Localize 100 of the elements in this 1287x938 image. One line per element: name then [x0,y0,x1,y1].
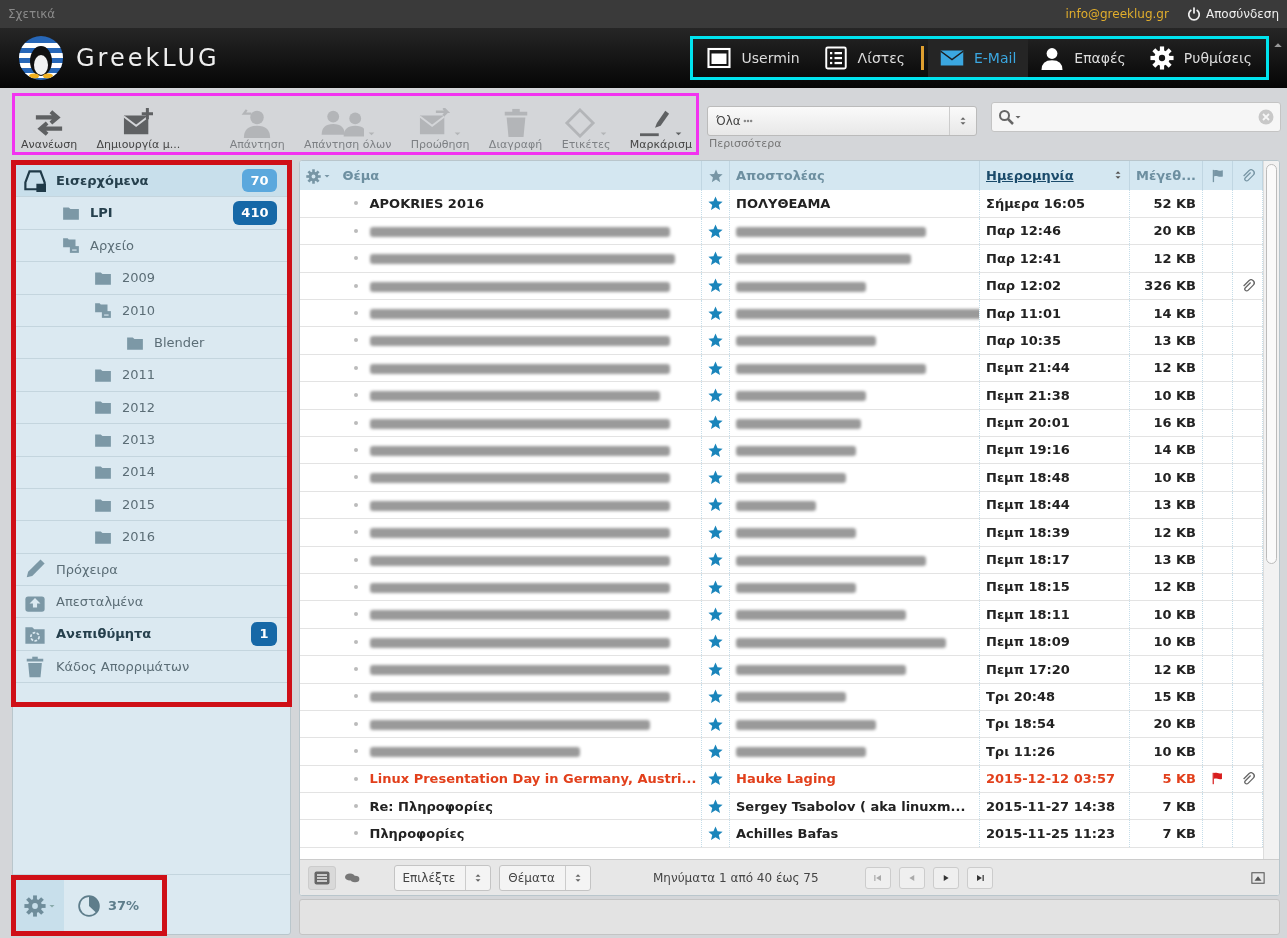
nav-tab[interactable]: Ρυθμίσεις [1137,39,1264,77]
star-icon[interactable] [708,195,723,211]
message-subject[interactable]: Re: Πληροφορίες [369,798,494,814]
folder-name: 2013 [122,431,156,450]
message-subject[interactable]: Linux Presentation Day in Germany, Austri... [369,771,697,787]
nav-tab[interactable]: E-Mail [927,39,1029,77]
message-size: 10 KB [1153,634,1196,650]
star-icon[interactable] [708,771,723,787]
nav-tab[interactable]: Επαφές [1028,39,1138,77]
quota-pie-icon [78,894,100,917]
trash-icon [24,655,46,678]
star-icon[interactable] [708,716,723,732]
message-size: 13 KB [1153,332,1196,348]
folder-item[interactable]: 2011 [16,359,287,392]
star-icon[interactable] [708,552,723,568]
message-date: Παρ 11:01 [986,305,1062,321]
star-icon[interactable] [708,689,723,705]
message-size: 16 KB [1153,415,1196,431]
star-icon[interactable] [708,744,723,759]
status-dot-icon [353,667,358,672]
star-icon[interactable] [708,826,723,842]
status-dot-icon [353,447,358,452]
folders-icon [94,301,112,320]
toolbar-button[interactable]: Μαρκάρισμ [629,102,692,151]
star-icon[interactable] [708,607,723,623]
select-dropdown[interactable]: Επιλέξτε [393,864,492,891]
folder-item[interactable]: 2013 [16,424,287,457]
folder-item[interactable]: Πρόχειρα [16,553,287,587]
folder-item[interactable]: 2015 [16,488,287,522]
folder-item[interactable]: LPI 410 [16,197,287,230]
nav-tab[interactable]: Usermin [695,39,812,77]
star-icon[interactable] [708,470,723,486]
folder-item[interactable]: 2016 [16,521,287,554]
last-page-button[interactable] [966,866,993,889]
star-icon[interactable] [708,360,723,376]
star-icon[interactable] [708,497,723,513]
message-date: Πεμπ 18:39 [986,524,1070,540]
message-size: 10 KB [1153,469,1196,485]
folder-name: 2016 [122,528,156,547]
message-date: Πεμπ 19:16 [986,442,1070,458]
message-size: 7 KB [1162,798,1196,814]
folder-item[interactable]: 2012 [16,391,287,425]
status-dot-icon [353,721,358,726]
star-icon[interactable] [708,579,723,595]
folder-item[interactable]: Απεσταλμένα [16,586,287,619]
folder-item[interactable]: 2010 [16,294,287,327]
message-date: Παρ 12:02 [986,278,1062,294]
star-icon[interactable] [708,333,723,349]
message-count: Μηνύματα 1 από 40 έως 75 [653,869,819,887]
status-dot-icon [353,311,358,315]
star-icon[interactable] [708,442,723,458]
folder-item[interactable]: Blender [16,326,287,360]
nav-tab[interactable]: Λίστες [811,39,917,77]
star-icon[interactable] [708,278,723,294]
star-icon[interactable] [708,250,723,266]
star-icon[interactable] [708,634,723,650]
settings-button[interactable] [16,880,64,931]
search-field[interactable] [991,102,1281,132]
scrollbar[interactable] [1263,161,1279,859]
toolbar-button[interactable]: Δημιουργία μ... [96,102,181,151]
star-icon[interactable] [708,415,723,431]
paperclip-icon [1240,168,1255,183]
message-date: Παρ 12:46 [986,223,1062,239]
message-date: Σήμερα 16:05 [986,195,1086,211]
folder-item[interactable]: Εισερχόμενα 70 [16,165,287,198]
column-header[interactable]: Αποστολέας [736,167,825,183]
next-page-button[interactable] [932,866,959,889]
message-date: 2015-12-12 03:57 [986,771,1116,787]
folder-name: 2011 [122,366,156,385]
message-date: Τρι 20:48 [986,688,1056,704]
list-view-button[interactable] [307,865,336,890]
star-icon [708,168,723,183]
folder-item[interactable]: Ανεπιθύμητα 1 [16,618,287,651]
folder-item[interactable]: Κάδος Απορριμάτων [16,650,287,684]
star-icon[interactable] [708,524,723,540]
settings-icon [24,894,46,917]
status-dot-icon [353,338,358,343]
folder-item[interactable]: Αρχείο [16,229,287,263]
folder-name: 2009 [122,269,156,288]
about-link[interactable]: Σχετικά [8,5,56,23]
message-subject[interactable]: Πληροφορίες [369,825,465,841]
logout-link[interactable]: Αποσύνδεση [1205,5,1279,23]
star-icon[interactable] [708,305,723,321]
star-icon[interactable] [708,798,723,814]
filter-select[interactable]: Όλα [707,105,977,136]
star-icon[interactable] [708,223,723,239]
star-icon[interactable] [708,387,723,403]
folder-icon [94,366,112,385]
column-header[interactable]: Θέμα [342,167,380,183]
star-icon[interactable] [708,661,723,677]
threads-dropdown[interactable]: Θέματα [499,864,591,891]
settings-icon [1149,46,1174,70]
status-dot-icon [353,557,358,562]
folder-item[interactable]: 2014 [16,456,287,489]
folder-item[interactable]: 2009 [16,262,287,295]
message-date: Πεμπ 21:38 [986,387,1070,403]
message-size: 15 KB [1153,688,1196,704]
toolbar-button[interactable]: Ανανέωση [21,102,78,151]
message-subject[interactable]: APOKRIES 2016 [369,195,484,211]
message-date: Τρι 11:26 [986,743,1056,759]
